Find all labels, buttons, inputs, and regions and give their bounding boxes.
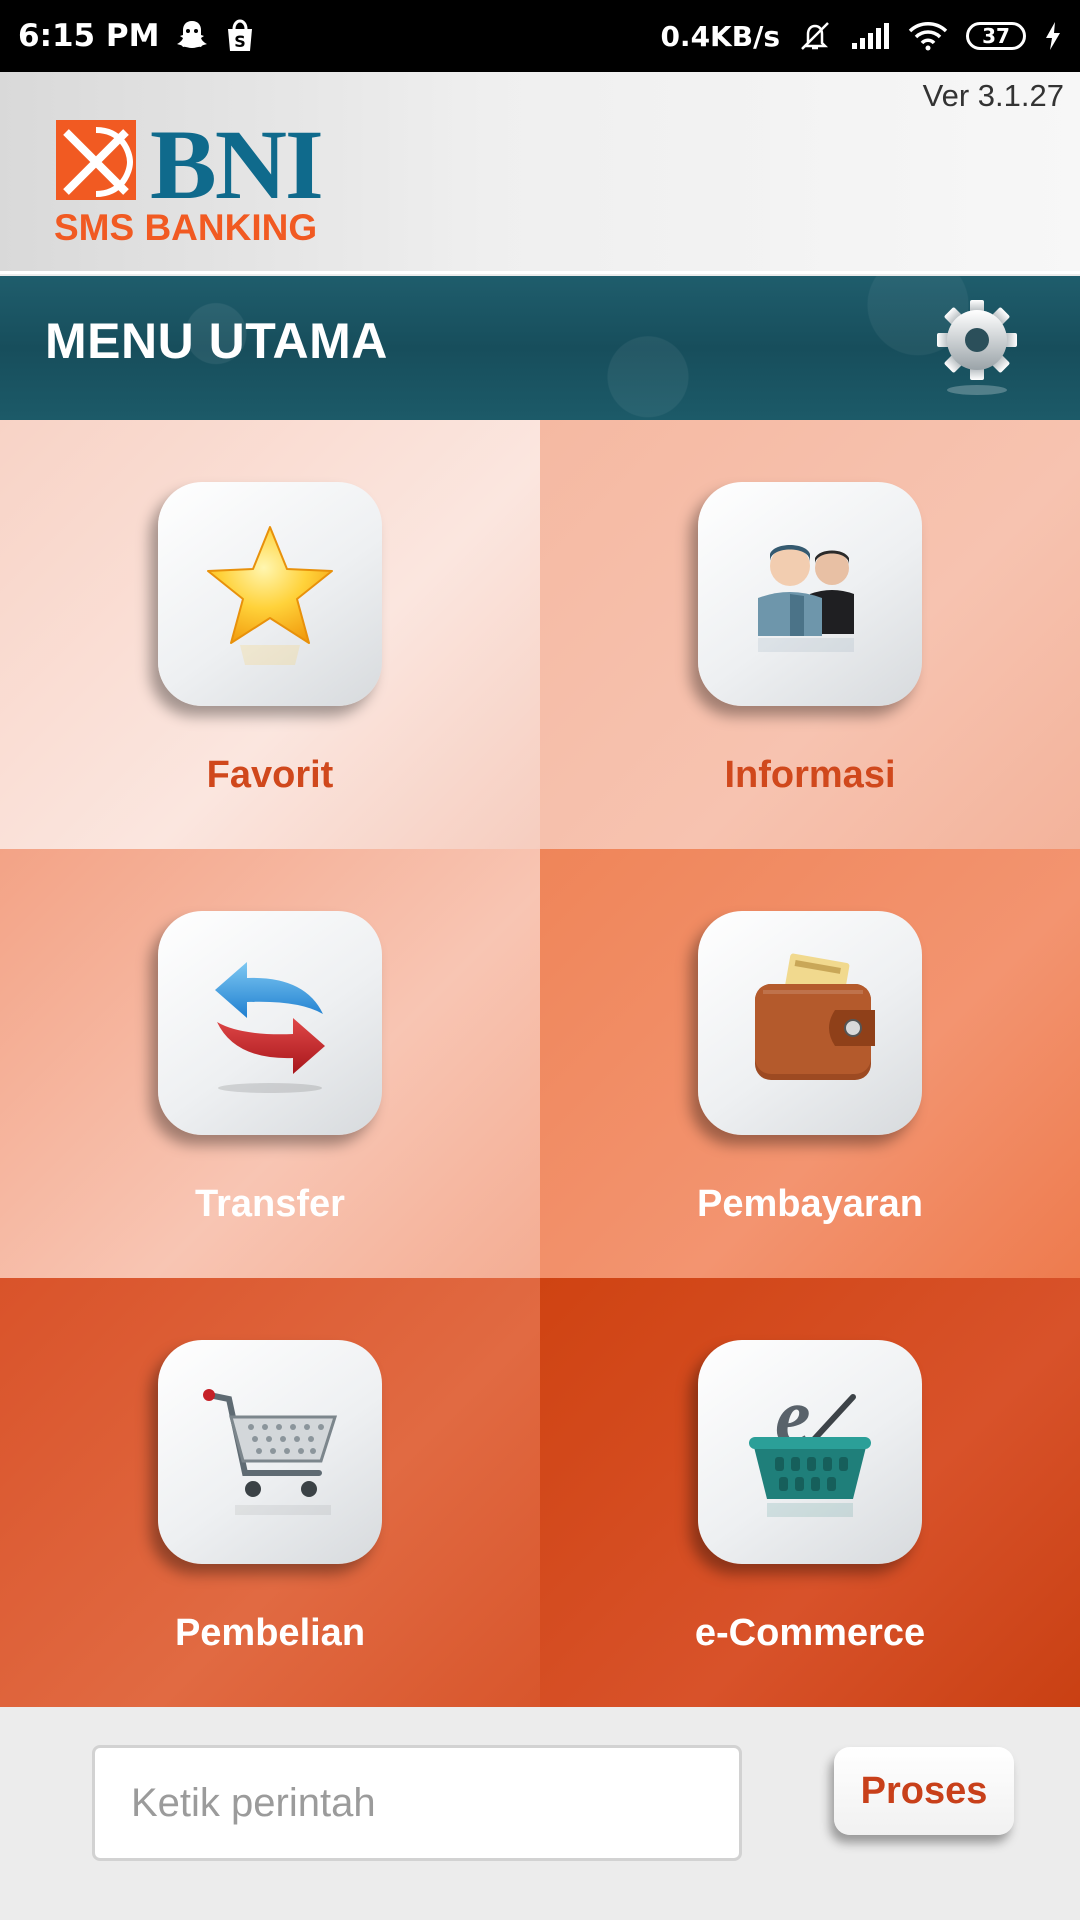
menu-label: Transfer bbox=[195, 1183, 345, 1225]
menu-icon-box: e bbox=[698, 1340, 922, 1564]
star-icon bbox=[207, 526, 333, 665]
svg-text:BNI: BNI bbox=[150, 112, 322, 220]
menu-label: e-Commerce bbox=[694, 1612, 926, 1654]
bni-logo: BNI SMS BANKING bbox=[54, 112, 324, 242]
menu-icon-box bbox=[698, 482, 922, 706]
version-label: Ver 3.1.27 bbox=[922, 78, 1064, 113]
menu-pembelian[interactable]: Pembelian bbox=[0, 1278, 540, 1707]
snapchat-icon bbox=[177, 19, 208, 53]
menu-transfer[interactable]: Transfer bbox=[0, 849, 540, 1278]
transfer-arrows-icon bbox=[215, 962, 325, 1093]
svg-text:S: S bbox=[235, 32, 247, 51]
app-header: Ver 3.1.27 BNI SMS BANKING bbox=[0, 72, 1080, 274]
wifi-icon bbox=[908, 21, 948, 51]
main-menu-grid: Favorit Informasi Transfer Pembayaran Pe… bbox=[0, 420, 1080, 1707]
menu-icon-box bbox=[158, 911, 382, 1135]
signal-icon bbox=[850, 21, 890, 51]
shopee-bag-icon: S bbox=[225, 19, 255, 53]
wallet-icon bbox=[755, 953, 875, 1080]
menu-icon-box bbox=[158, 1340, 382, 1564]
people-icon bbox=[758, 545, 854, 652]
battery-level: 37 bbox=[982, 24, 1010, 48]
menu-icon-box bbox=[698, 911, 922, 1135]
menu-label: Pembelian bbox=[174, 1612, 366, 1654]
svg-text:SMS BANKING: SMS BANKING bbox=[54, 207, 317, 242]
shopping-cart-icon bbox=[203, 1389, 338, 1515]
menu-favorit[interactable]: Favorit bbox=[0, 420, 540, 849]
command-input[interactable] bbox=[92, 1745, 742, 1861]
ecommerce-basket-icon: e bbox=[749, 1377, 871, 1517]
menu-ecommerce[interactable]: e e-Commerce bbox=[540, 1278, 1080, 1707]
mute-icon bbox=[798, 19, 832, 53]
command-bar: Proses bbox=[0, 1707, 1080, 1920]
status-bar: 6:15 PM S 0.4KB/s 37 bbox=[0, 0, 1080, 72]
menu-informasi[interactable]: Informasi bbox=[540, 420, 1080, 849]
proses-button[interactable]: Proses bbox=[834, 1747, 1014, 1835]
menu-label: Pembayaran bbox=[696, 1183, 923, 1225]
status-time: 6:15 PM bbox=[18, 18, 160, 54]
menu-icon-box bbox=[158, 482, 382, 706]
page-title: MENU UTAMA bbox=[45, 313, 388, 369]
battery-icon: 37 bbox=[966, 22, 1026, 50]
network-speed: 0.4KB/s bbox=[660, 19, 780, 53]
charging-icon bbox=[1044, 21, 1062, 51]
menu-label: Favorit bbox=[206, 754, 334, 796]
menu-title-bar: MENU UTAMA bbox=[0, 276, 1080, 420]
menu-label: Informasi bbox=[724, 754, 896, 796]
menu-pembayaran[interactable]: Pembayaran bbox=[540, 849, 1080, 1278]
gear-icon[interactable] bbox=[932, 298, 1022, 398]
